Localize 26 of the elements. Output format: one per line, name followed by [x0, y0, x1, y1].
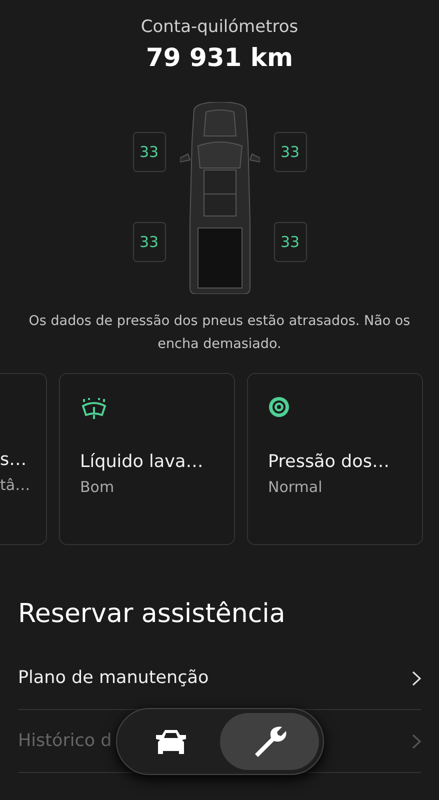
nav-tab[interactable]	[220, 713, 319, 770]
status-card[interactable]: Pressão dos… Normal	[247, 373, 423, 545]
tire-pressure-reading: 33	[274, 132, 306, 172]
tire-icon	[268, 396, 290, 418]
section-title: Reservar assistência	[18, 599, 286, 629]
tire-pressure-reading: 33	[132, 222, 166, 262]
row-label: Histórico d	[18, 731, 112, 751]
chevron-right-icon	[412, 670, 421, 686]
tire-pressure-reading: 33	[132, 132, 166, 172]
tire-pressure-reading: 33	[274, 222, 306, 262]
odometer-label: Conta-quilómetros	[140, 17, 298, 37]
row-label: Plano de manutenção	[18, 668, 209, 688]
odometer-value: 79 931 km	[146, 43, 294, 72]
status-card[interactable]: Líquido lava… Bom	[59, 373, 235, 545]
windshield-washer-icon	[80, 396, 108, 420]
card-title: Líquido lava…	[80, 452, 204, 472]
card-title: s…	[0, 450, 28, 470]
card-status: Normal	[268, 478, 324, 496]
tire-pressure-notice: Os dados de pressão dos pneus estão atrasados. Não os encha demasiado.	[28, 312, 412, 354]
card-status: Bom	[80, 478, 116, 496]
car-icon	[154, 728, 188, 754]
chevron-right-icon	[412, 734, 421, 748]
status-card[interactable]: s… tâ…	[0, 373, 47, 545]
card-title: Pressão dos…	[268, 452, 390, 472]
card-status: tâ…	[0, 476, 32, 494]
wrench-icon	[252, 724, 286, 758]
